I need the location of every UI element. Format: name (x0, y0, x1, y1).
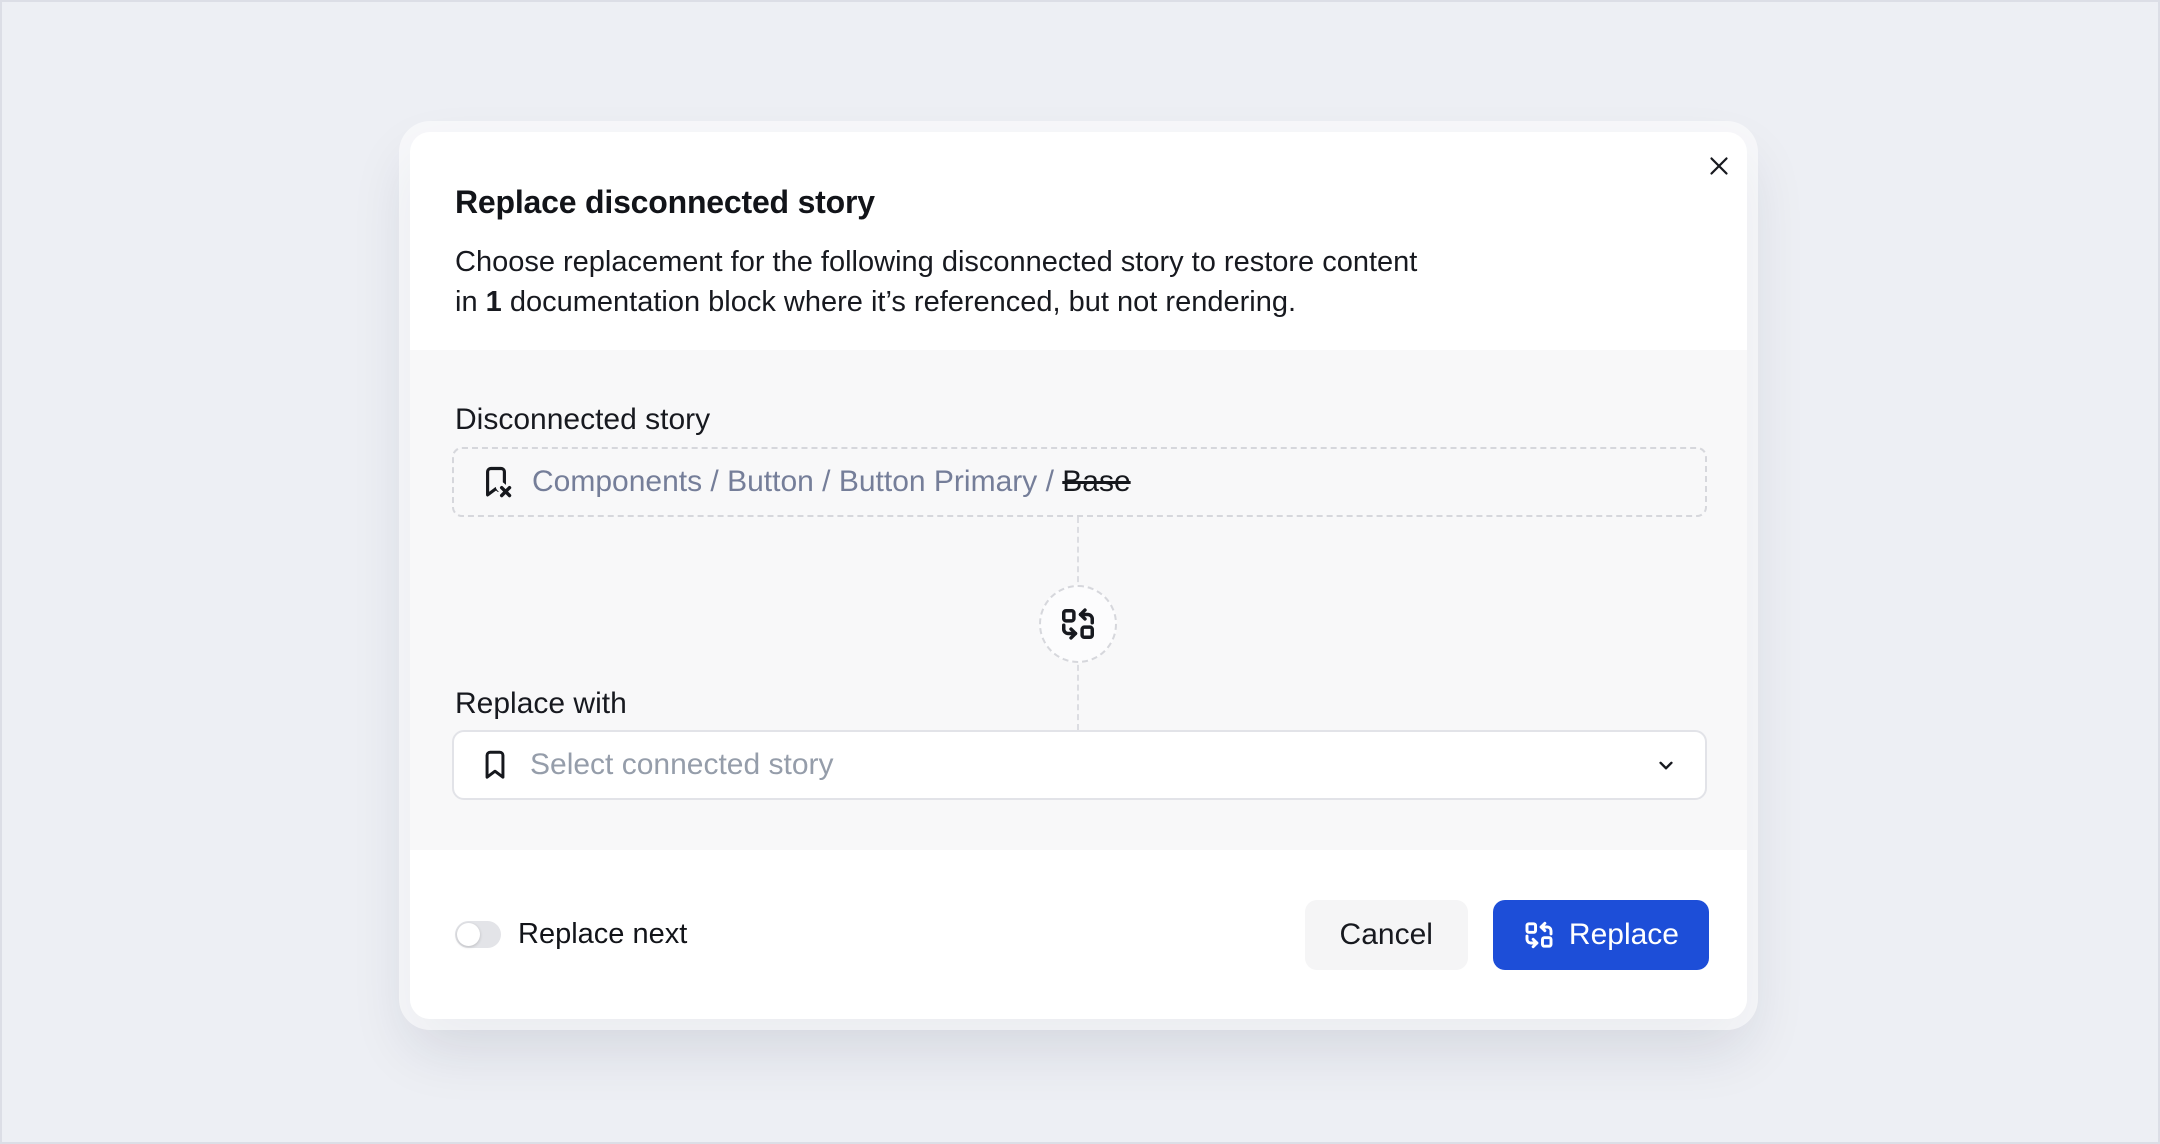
description-line1: Choose replacement for the following dis… (455, 246, 1418, 278)
bookmark-icon (485, 750, 505, 779)
connector-badge (1039, 585, 1117, 663)
description-line2-prefix: in (455, 286, 478, 318)
replace-disconnected-story-dialog: Replace disconnected story Choose replac… (410, 132, 1747, 1019)
replace-swap-icon (1062, 608, 1094, 640)
disconnected-story-field: Components / Button / Button Primary / B… (452, 447, 1707, 517)
breadcrumb: Components / Button / Button Primary / B… (532, 465, 1131, 499)
connected-story-select[interactable]: Select connected story (452, 730, 1707, 800)
cancel-button[interactable]: Cancel (1304, 899, 1468, 970)
bookmark-x-icon (486, 466, 516, 502)
description-count: 1 (485, 286, 502, 318)
page-background: Replace disconnected story Choose replac… (0, 0, 2160, 1144)
replace-next-toggle[interactable] (455, 921, 501, 948)
dialog-description: Choose replacement for the following dis… (455, 242, 1535, 322)
disconnected-story-label: Disconnected story (455, 403, 711, 436)
toggle-knob (457, 923, 480, 946)
dialog-title: Replace disconnected story (455, 184, 875, 220)
select-placeholder: Select connected story (530, 748, 834, 781)
story-mapping-section: Disconnected story Components / Button /… (410, 350, 1747, 850)
replace-button-label: Replace (1568, 917, 1679, 951)
description-line2-suffix: documentation block where it’s reference… (509, 286, 1297, 318)
dialog-footer: Replace next Cancel Replace (410, 850, 1747, 1019)
replace-next-label: Replace next (518, 918, 688, 950)
close-button[interactable] (1697, 144, 1741, 188)
replace-button[interactable]: Replace (1492, 899, 1709, 970)
replace-with-label: Replace with (455, 687, 627, 720)
breadcrumb-path: Components / Button / Button Primary / (532, 465, 1054, 498)
replace-swap-icon (1525, 921, 1553, 948)
breadcrumb-current-story: Base (1062, 465, 1131, 498)
close-icon (1710, 157, 1728, 175)
chevron-down-icon (1659, 761, 1673, 770)
dialog-header: Replace disconnected story Choose replac… (410, 132, 1747, 322)
